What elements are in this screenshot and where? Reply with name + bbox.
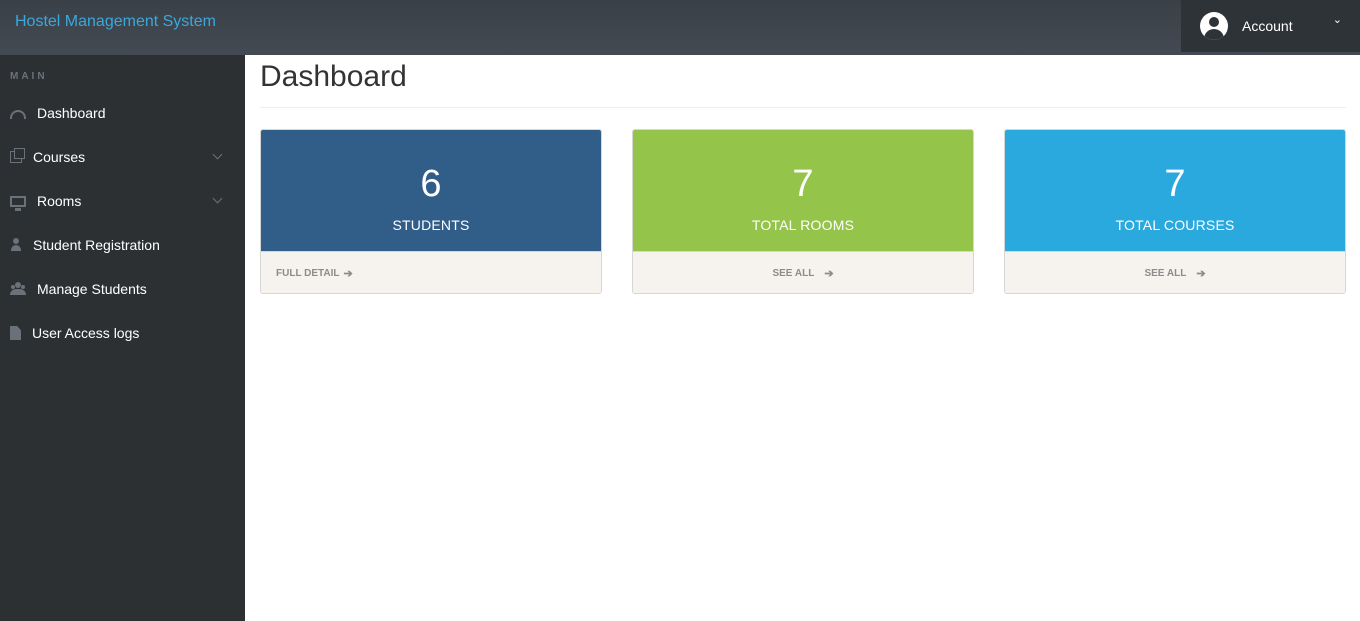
user-icon	[10, 238, 22, 252]
sidebar-item-user-access-logs[interactable]: User Access logs	[0, 311, 245, 355]
students-count: 6	[420, 163, 442, 205]
sidebar-item-student-registration[interactable]: Student Registration	[0, 223, 245, 267]
arrow-right-icon: ➔	[1196, 268, 1206, 280]
sidebar-item-label: Rooms	[37, 193, 82, 209]
title-divider	[260, 107, 1346, 108]
sidebar-item-label: Manage Students	[37, 281, 147, 297]
sidebar-item-courses[interactable]: Courses	[0, 135, 245, 179]
sidebar-item-rooms[interactable]: Rooms	[0, 179, 245, 223]
courses-see-all-link[interactable]: SEE ALL ➔	[1005, 251, 1345, 293]
desktop-icon	[10, 195, 26, 211]
students-full-detail-link[interactable]: FULL DETAIL ➔	[261, 251, 601, 293]
account-label: Account	[1242, 18, 1293, 34]
account-menu[interactable]: Account ⌄	[1181, 0, 1360, 52]
sidebar: MAIN Dashboard Courses Rooms Student Reg…	[0, 55, 245, 621]
dashboard-icon	[10, 109, 26, 119]
courses-label: TOTAL COURSES	[1115, 217, 1235, 233]
courses-card-body: 7 TOTAL COURSES	[1005, 130, 1345, 251]
sidebar-item-label: User Access logs	[32, 325, 140, 341]
chevron-down-icon	[212, 193, 223, 204]
sidebar-section-title: MAIN	[10, 71, 48, 82]
page-title: Dashboard	[260, 60, 407, 93]
rooms-card-body: 7 TOTAL ROOMS	[633, 130, 973, 251]
user-avatar-icon	[1200, 12, 1228, 40]
rooms-count: 7	[792, 163, 814, 205]
students-label: STUDENTS	[392, 217, 470, 233]
card-link-label: SEE ALL	[1144, 268, 1187, 279]
students-card-body: 6 STUDENTS	[261, 130, 601, 251]
sidebar-item-manage-students[interactable]: Manage Students	[0, 267, 245, 311]
brand-title[interactable]: Hostel Management System	[15, 13, 216, 31]
chevron-down-icon	[212, 149, 223, 160]
students-card: 6 STUDENTS FULL DETAIL ➔	[260, 129, 602, 294]
users-icon	[10, 282, 26, 296]
rooms-see-all-link[interactable]: SEE ALL ➔	[633, 251, 973, 293]
chevron-down-icon: ⌄	[1332, 14, 1342, 26]
card-link-label: FULL DETAIL	[276, 268, 340, 279]
card-link-label: SEE ALL	[772, 268, 815, 279]
sidebar-item-label: Student Registration	[33, 237, 160, 253]
file-icon	[10, 326, 21, 340]
courses-count: 7	[1164, 163, 1186, 205]
rooms-card: 7 TOTAL ROOMS SEE ALL ➔	[632, 129, 974, 294]
sidebar-item-label: Courses	[33, 149, 86, 165]
arrow-right-icon: ➔	[824, 268, 834, 280]
courses-card: 7 TOTAL COURSES SEE ALL ➔	[1004, 129, 1346, 294]
sidebar-nav: Dashboard Courses Rooms Student Registra…	[0, 91, 245, 355]
copy-icon	[10, 148, 25, 163]
top-navbar: Hostel Management System Account ⌄	[0, 0, 1360, 55]
sidebar-item-dashboard[interactable]: Dashboard	[0, 91, 245, 135]
sidebar-item-label: Dashboard	[37, 105, 106, 121]
rooms-label: TOTAL ROOMS	[751, 217, 855, 233]
arrow-right-icon: ➔	[343, 268, 353, 280]
